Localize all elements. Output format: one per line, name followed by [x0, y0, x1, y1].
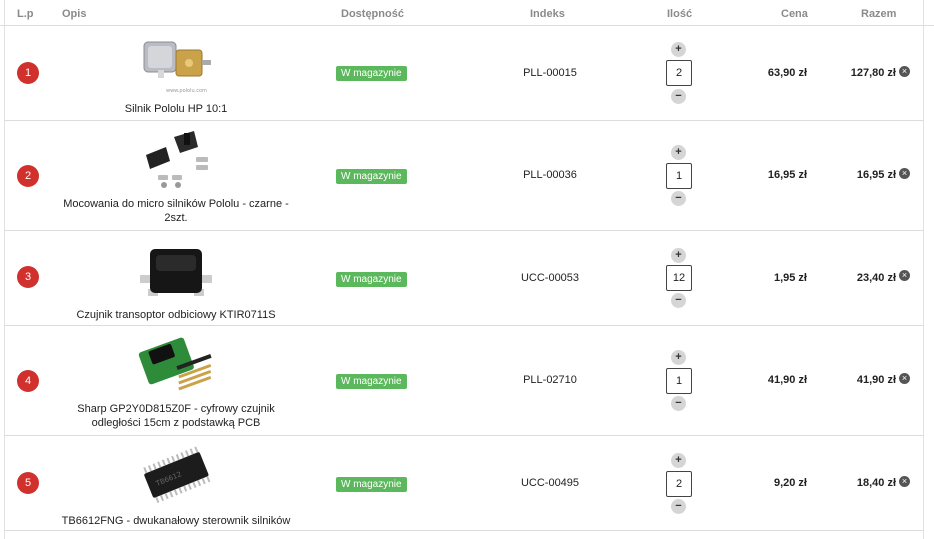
unit-price: 16,95 zł	[767, 169, 807, 181]
qty-input[interactable]	[666, 265, 692, 291]
availability-badge: W magazynie	[336, 374, 407, 389]
product-image-distance-sensor[interactable]	[136, 330, 216, 402]
row-number-badge: 5	[17, 472, 39, 494]
col-qty-header: Ilość	[667, 8, 693, 20]
unit-price: 41,90 zł	[767, 374, 807, 386]
row-number-badge: 1	[17, 62, 39, 84]
qty-decrease-button[interactable]: −	[671, 89, 686, 104]
table-row: 2 Mocowania do micro silników Pololu - c…	[4, 121, 924, 231]
svg-text:www.pololu.com: www.pololu.com	[166, 88, 207, 94]
availability-badge: W magazynie	[336, 477, 407, 492]
product-index: UCC-00495	[520, 477, 580, 489]
product-name-link[interactable]: TB6612FNG - dwukanałowy sterownik silnik…	[56, 514, 296, 528]
row-total: 18,40 zł	[856, 477, 896, 489]
qty-increase-button[interactable]: +	[671, 248, 686, 263]
qty-input[interactable]	[666, 163, 692, 189]
product-index: PLL-00015	[523, 67, 577, 79]
availability-badge: W magazynie	[336, 272, 407, 287]
row-number-badge: 4	[17, 370, 39, 392]
qty-input[interactable]	[666, 60, 692, 86]
row-number-badge: 3	[17, 266, 39, 288]
col-price-header: Cena	[781, 8, 808, 20]
row-total: 41,90 zł	[856, 374, 896, 386]
qty-increase-button[interactable]: +	[671, 42, 686, 57]
row-number-badge: 2	[17, 165, 39, 187]
product-index: UCC-00053	[520, 272, 580, 284]
col-opis-header: Opis	[62, 8, 87, 20]
product-name-link[interactable]: Czujnik transoptor odbiciowy KTIR0711S	[56, 308, 296, 322]
unit-price: 9,20 zł	[773, 477, 807, 489]
row-total: 23,40 zł	[856, 272, 896, 284]
col-lp-header: L.p	[17, 8, 34, 20]
remove-item-icon[interactable]: ×	[899, 270, 910, 281]
qty-decrease-button[interactable]: −	[671, 191, 686, 206]
table-row: 1 www.pololu.com Silnik Pololu HP 10:1 W…	[4, 26, 924, 121]
product-name-link[interactable]: Sharp GP2Y0D815Z0F - cyfrowy czujnik odl…	[56, 402, 296, 430]
qty-input[interactable]	[666, 368, 692, 394]
col-index-header: Indeks	[530, 8, 565, 20]
unit-price: 1,95 zł	[773, 272, 807, 284]
availability-badge: W magazynie	[336, 169, 407, 184]
col-total-header: Razem	[861, 8, 897, 20]
remove-item-icon[interactable]: ×	[899, 373, 910, 384]
availability-badge: W magazynie	[336, 66, 407, 81]
table-row: 5 TB6612 TB6612FNG - dwukanałowy sterown…	[4, 436, 924, 531]
table-row: 4 Sharp GP2Y0D815Z0F - cyfrowy czujnik o…	[4, 326, 924, 436]
product-index: PLL-00036	[523, 169, 577, 181]
row-total: 127,80 zł	[850, 67, 896, 79]
remove-item-icon[interactable]: ×	[899, 476, 910, 487]
qty-decrease-button[interactable]: −	[671, 396, 686, 411]
qty-input[interactable]	[666, 471, 692, 497]
product-index: PLL-02710	[523, 374, 577, 386]
cart-table-header: L.p Opis Dostępność Indeks Ilość Cena Ra…	[0, 0, 934, 26]
qty-increase-button[interactable]: +	[671, 453, 686, 468]
product-image-motor[interactable]: www.pololu.com	[136, 30, 216, 102]
remove-item-icon[interactable]: ×	[899, 66, 910, 77]
qty-increase-button[interactable]: +	[671, 145, 686, 160]
table-row: 3 Czujnik transoptor odbiciowy KTIR0711S…	[4, 231, 924, 326]
product-name-link[interactable]: Silnik Pololu HP 10:1	[56, 102, 296, 116]
row-total: 16,95 zł	[856, 169, 896, 181]
product-image-motor-driver-chip[interactable]: TB6612	[136, 440, 216, 512]
unit-price: 63,90 zł	[767, 67, 807, 79]
remove-item-icon[interactable]: ×	[899, 168, 910, 179]
product-image-sensor[interactable]	[136, 235, 216, 307]
qty-decrease-button[interactable]: −	[671, 293, 686, 308]
product-image-motor-bracket[interactable]	[136, 127, 216, 199]
qty-increase-button[interactable]: +	[671, 350, 686, 365]
col-availability-header: Dostępność	[341, 8, 404, 20]
qty-decrease-button[interactable]: −	[671, 499, 686, 514]
product-name-link[interactable]: Mocowania do micro silników Pololu - cza…	[56, 197, 296, 225]
